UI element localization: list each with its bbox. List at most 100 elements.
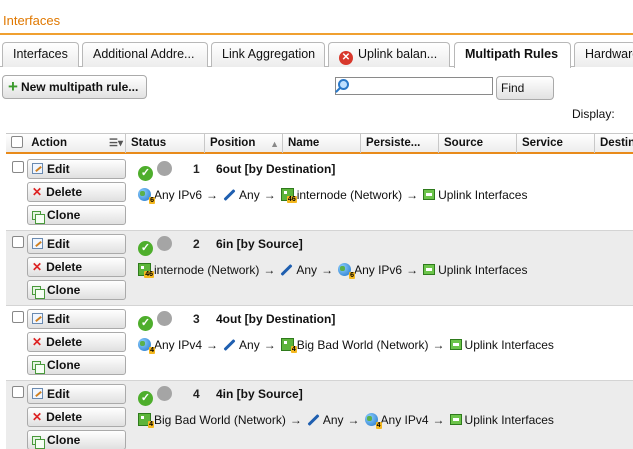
select-all-checkbox[interactable]: [11, 136, 23, 148]
tab-uplink-balancing[interactable]: ✕ Uplink balan...: [328, 42, 450, 67]
button-label: Find: [501, 81, 525, 95]
delete-icon: ✕: [32, 335, 43, 349]
edit-button[interactable]: Edit: [27, 234, 126, 254]
clone-button[interactable]: Clone: [27, 355, 126, 375]
button-label: Edit: [47, 312, 70, 326]
edit-icon: [32, 163, 43, 174]
flow-destination: Any IPv6: [354, 262, 403, 277]
arrow-icon: →: [206, 187, 219, 202]
button-label: Edit: [47, 162, 70, 176]
rule-flow: 46 internode (Network) → Any → 6 Any IPv6 → Upli…: [137, 262, 527, 280]
delete-button[interactable]: ✕ Delete: [27, 182, 126, 202]
status-toggle[interactable]: ✓: [138, 161, 172, 181]
delete-button[interactable]: ✕ Delete: [27, 407, 126, 427]
tab-hardware[interactable]: Hardware: [574, 42, 633, 67]
arrow-icon: →: [406, 187, 419, 202]
button-label: Delete: [46, 260, 83, 274]
service-icon: [223, 338, 236, 351]
column-persistence[interactable]: Persiste...: [361, 134, 439, 153]
column-label: Position: [210, 137, 256, 149]
flow-service: Any: [239, 187, 260, 202]
clone-icon: [32, 211, 45, 224]
rule-name: 6in [by Source]: [216, 237, 303, 251]
button-label: Edit: [47, 237, 70, 251]
uplink-interfaces-icon: [423, 189, 436, 201]
column-action[interactable]: Action ☰▾: [6, 134, 126, 153]
edit-icon: [32, 388, 43, 399]
globe-icon: 4: [364, 413, 382, 430]
edit-button[interactable]: Edit: [27, 159, 126, 179]
clone-button[interactable]: Clone: [27, 430, 126, 449]
column-status[interactable]: Status: [126, 134, 205, 153]
column-position[interactable]: Position ▲: [205, 134, 283, 153]
arrow-icon: →: [263, 337, 276, 352]
status-toggle[interactable]: ✓: [138, 386, 172, 406]
edit-button[interactable]: Edit: [27, 309, 126, 329]
clone-icon: [32, 361, 45, 374]
globe-icon: 6: [338, 263, 356, 280]
status-off-icon[interactable]: [157, 236, 172, 251]
tab-label: Link Aggregation: [222, 47, 316, 61]
row-checkbox[interactable]: [12, 161, 24, 173]
error-icon: ✕: [339, 51, 353, 65]
new-multipath-rule-button[interactable]: + New multipath rule...: [2, 75, 147, 99]
button-label: Clone: [47, 358, 81, 372]
status-on-icon[interactable]: ✓: [138, 166, 153, 181]
network-icon: 46: [138, 263, 154, 279]
rule-name: 4out [by Destination]: [216, 312, 336, 326]
edit-icon: [32, 238, 43, 249]
column-label: Source: [444, 137, 483, 149]
column-label: Action: [31, 137, 67, 149]
status-on-icon[interactable]: ✓: [138, 241, 153, 256]
tab-interfaces[interactable]: Interfaces: [2, 42, 79, 67]
table-row: Edit ✕ Delete Clone ✓ 3 4out [by Destinat…: [6, 306, 633, 381]
status-toggle[interactable]: ✓: [138, 311, 172, 331]
delete-button[interactable]: ✕ Delete: [27, 257, 126, 277]
tab-bar: Interfaces Additional Addre... Link Aggr…: [0, 42, 633, 68]
table-row: Edit ✕ Delete Clone ✓ 2 6in [by Source] 4…: [6, 231, 633, 306]
network-icon: 4: [138, 413, 154, 429]
tab-additional-addresses[interactable]: Additional Addre...: [82, 42, 208, 67]
column-destination[interactable]: Destin: [595, 134, 633, 153]
search-input[interactable]: [335, 77, 493, 95]
status-on-icon[interactable]: ✓: [138, 391, 153, 406]
find-button[interactable]: Find: [496, 76, 554, 100]
row-checkbox[interactable]: [12, 236, 24, 248]
arrow-icon: →: [206, 337, 219, 352]
rule-flow: 6 Any IPv6 → Any → 46 internode (Network) → Upli…: [137, 187, 527, 205]
status-on-icon[interactable]: ✓: [138, 316, 153, 331]
status-toggle[interactable]: ✓: [138, 236, 172, 256]
clone-icon: [32, 436, 45, 449]
table-header: Action ☰▾ Status Position ▲ Name Persiste…: [6, 133, 633, 154]
edit-icon: [32, 313, 43, 324]
column-source[interactable]: Source: [439, 134, 517, 153]
arrow-icon: →: [263, 187, 276, 202]
column-menu-icon[interactable]: ☰▾: [109, 134, 123, 153]
column-service[interactable]: Service: [517, 134, 595, 153]
button-label: Delete: [46, 185, 83, 199]
sort-ascending-icon: ▲: [270, 139, 279, 149]
search-icon: [338, 79, 349, 90]
edit-button[interactable]: Edit: [27, 384, 126, 404]
status-off-icon[interactable]: [157, 161, 172, 176]
flow-source: Any IPv4: [154, 337, 203, 352]
status-off-icon[interactable]: [157, 386, 172, 401]
row-checkbox[interactable]: [12, 311, 24, 323]
uplink-interfaces-icon: [449, 414, 462, 426]
button-label: Clone: [47, 283, 81, 297]
plus-icon: +: [8, 77, 18, 96]
rule-position: 4: [193, 387, 200, 401]
clone-button[interactable]: Clone: [27, 280, 126, 300]
status-off-icon[interactable]: [157, 311, 172, 326]
column-name[interactable]: Name: [283, 134, 361, 153]
row-checkbox[interactable]: [12, 386, 24, 398]
clone-button[interactable]: Clone: [27, 205, 126, 225]
tab-multipath-rules[interactable]: Multipath Rules: [454, 42, 571, 68]
tab-link-aggregation[interactable]: Link Aggregation: [211, 42, 325, 67]
window-title-bar: Interfaces: [0, 0, 633, 35]
button-label: Delete: [46, 410, 83, 424]
tab-label: Additional Addre...: [93, 47, 195, 61]
delete-button[interactable]: ✕ Delete: [27, 332, 126, 352]
flow-target: Uplink Interfaces: [464, 337, 554, 352]
flow-source: internode (Network): [154, 262, 260, 277]
